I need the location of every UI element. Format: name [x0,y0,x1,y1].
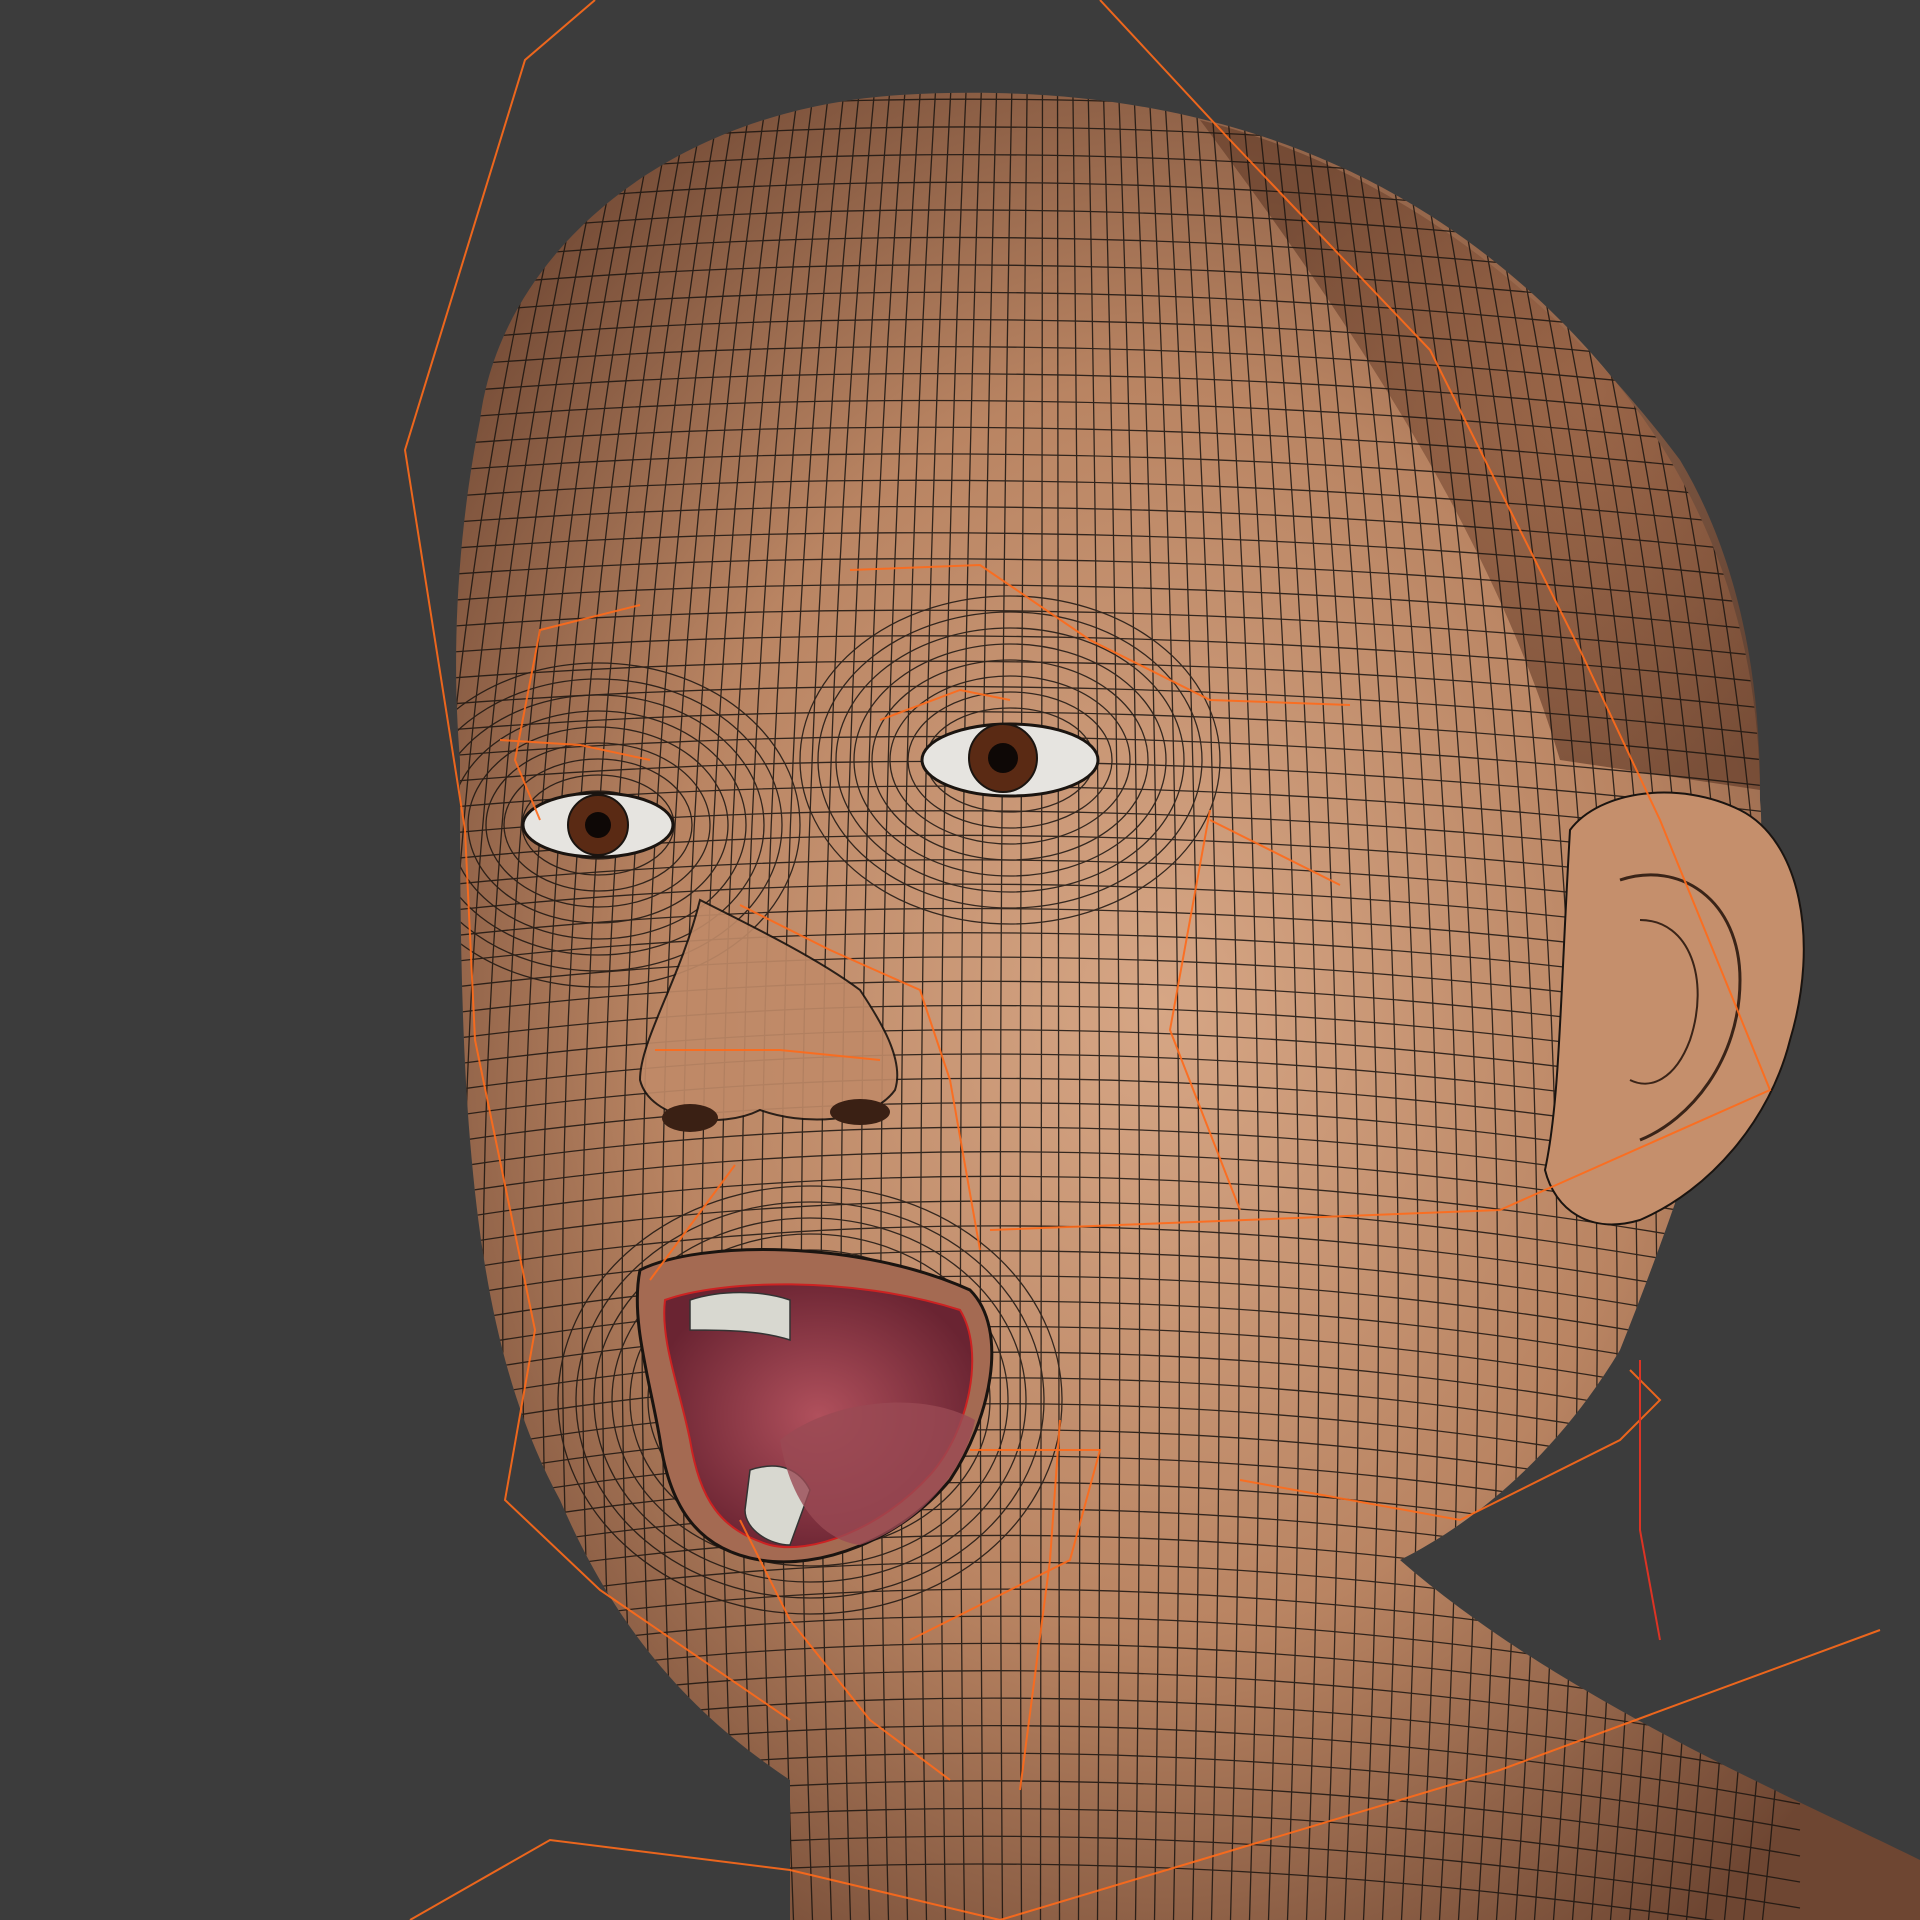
left-eye [521,791,675,859]
3d-viewport[interactable] [0,0,1920,1920]
head-mesh-render[interactable] [0,0,1920,1920]
right-eye [920,722,1100,798]
